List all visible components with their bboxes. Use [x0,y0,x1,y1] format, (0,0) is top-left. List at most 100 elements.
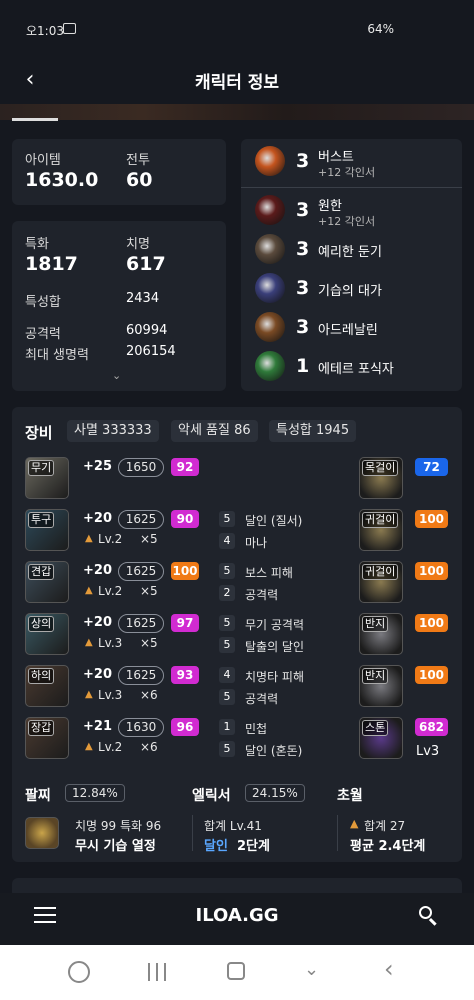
gear-item-icon[interactable]: 무기 [25,457,69,499]
gear-item-icon[interactable]: 장갑 [25,717,69,759]
system-nav-bar: ⌄ ‹ [0,945,474,1000]
item-level-label: 아이템 [25,153,61,168]
gear-slot-tag: 장갑 [28,720,55,736]
accessory-slot-tag: 귀걸이 [362,564,399,580]
elixir-effect-level: 5 [219,637,235,653]
elixir-effect-name: 마나 [245,536,268,550]
elixir-line1: 합계 Lv.41 [204,819,262,833]
engraving-name: 예리한 둔기 [318,245,382,260]
transcend-line1: 합계 27 [364,819,406,833]
bracelet-line1: 치명 99 특화 96 [75,819,162,833]
gear-item-icon[interactable]: 하의 [25,665,69,707]
gear-item-level: 1625 [118,614,164,633]
gear-refine: +20 [83,511,112,526]
accessory-icon[interactable]: 귀걸이 [359,561,403,603]
ambush-icon[interactable] [255,273,285,303]
elixir-effect-level: 5 [219,511,235,527]
gear-elixir-level: Lv.2 [98,584,123,598]
chevron-down-icon[interactable]: ⌄ [304,959,319,980]
page-title: 캐릭터 정보 [194,73,280,93]
attack-value: 60994 [126,323,168,338]
accessory-slot-tag: 목걸이 [362,460,399,476]
nav-back-icon[interactable]: ‹ [384,955,394,983]
elixir-effect-name: 달인 (질서) [245,514,303,528]
gallery-icon [63,23,76,34]
bracelet-icon[interactable] [25,817,59,849]
engraving-name: 아드레날린 [318,323,378,338]
ether-icon[interactable] [255,351,285,381]
stats-card: 특화 1817 치명 617 특성합 2434 공격력 60994 최대 생명력… [12,221,226,391]
accessory-icon[interactable]: 스톤 [359,717,403,759]
accessory-quality-badge: 682 [415,718,448,736]
gear-slot-tag: 투구 [28,512,55,528]
recent-apps-icon[interactable] [148,963,166,981]
elixir-effect-name: 민첩 [245,722,268,736]
accessory-icon[interactable]: 목걸이 [359,457,403,499]
elixir-effect-name: 탈출의 달인 [245,640,305,654]
gear-item-icon[interactable]: 견갑 [25,561,69,603]
engraving-book: +12 각인서 [318,215,376,228]
elixir-effect-level: 4 [219,667,235,683]
elixir-effect-level: 5 [219,689,235,705]
engraving-card: 3 버스트 +12 각인서 3 원한 +12 각인서 3 예리한 둔기 3 기습의 대가 3 아드레날… [241,139,462,391]
gear-elixir-level: Lv.3 [98,688,123,702]
elixir-chip: 24.15% [245,784,305,802]
engraving-divider [241,187,462,188]
grudge-icon[interactable] [255,195,285,225]
accessory-icon[interactable]: 반지 [359,665,403,707]
power-icon[interactable] [68,961,90,983]
elixir-effect-name: 달인 [204,839,228,854]
flame-icon: ▲ [85,689,93,700]
elixir-effect-name: 공격력 [245,692,279,706]
gear-quality-badge: 100 [171,562,199,580]
flame-icon: ▲ [85,533,93,544]
equipment-card: 장비 사멸 333333 악세 품질 86 특성합 1945 무기 +25 1650… [12,407,462,862]
accessory-slot-tag: 귀걸이 [362,512,399,528]
engraving-name: 기습의 대가 [318,284,382,299]
attack-label: 공격력 [25,327,61,342]
gear-slot-tag: 상의 [28,616,55,632]
accessory-slot-tag: 스톤 [362,720,389,736]
expand-chevron-icon[interactable]: ⌄ [112,369,121,382]
home-icon[interactable] [227,962,245,980]
accessory-icon[interactable]: 귀걸이 [359,509,403,551]
gear-quality-badge: 97 [171,614,199,632]
adrenaline-icon[interactable] [255,312,285,342]
gear-item-level: 1650 [118,458,164,477]
gear-elixir-count: ×5 [140,584,158,598]
gear-refine: +20 [83,615,112,630]
engraving-book: +12 각인서 [318,166,376,179]
level-card: 아이템 1630.0 전투 60 [12,139,226,205]
burst-icon[interactable] [255,146,285,176]
crit-label: 치명 [126,237,150,252]
engraving-name: 에테르 포식자 [318,362,394,377]
bracelet-line2: 무시 기습 열정 [75,839,156,854]
equipment-title: 장비 [25,424,53,442]
gear-quality-badge: 90 [171,510,199,528]
engraving-level: 3 [296,150,310,172]
keen-blunt-icon[interactable] [255,234,285,264]
accessory-icon[interactable]: 반지 [359,613,403,655]
gear-item-icon[interactable]: 상의 [25,613,69,655]
accessory-quality-badge: 72 [415,458,448,476]
gear-item-icon[interactable]: 투구 [25,509,69,551]
bottom-nav: ILOA.GG [0,893,474,945]
site-logo[interactable]: ILOA.GG [0,905,474,926]
engraving-level: 3 [296,316,310,338]
flame-icon: ▲ [85,741,93,752]
combat-level-value: 60 [126,169,153,191]
elixir-label: 엘릭서 [192,788,231,804]
search-icon[interactable] [418,905,440,927]
divider [192,815,193,851]
flame-icon: ▲ [85,637,93,648]
spec-label: 특화 [25,237,49,252]
gear-slot-tag: 무기 [28,460,55,476]
gear-elixir-level: Lv.2 [98,532,123,546]
elixir-effect-level: 5 [219,615,235,631]
gear-quality-badge: 93 [171,666,199,684]
total-stat-value: 2434 [126,291,160,306]
flame-icon: ▲ [350,817,359,830]
engraving-level: 3 [296,238,310,260]
accessory-quality-badge: 100 [415,614,448,632]
gear-item-level: 1630 [118,718,164,737]
